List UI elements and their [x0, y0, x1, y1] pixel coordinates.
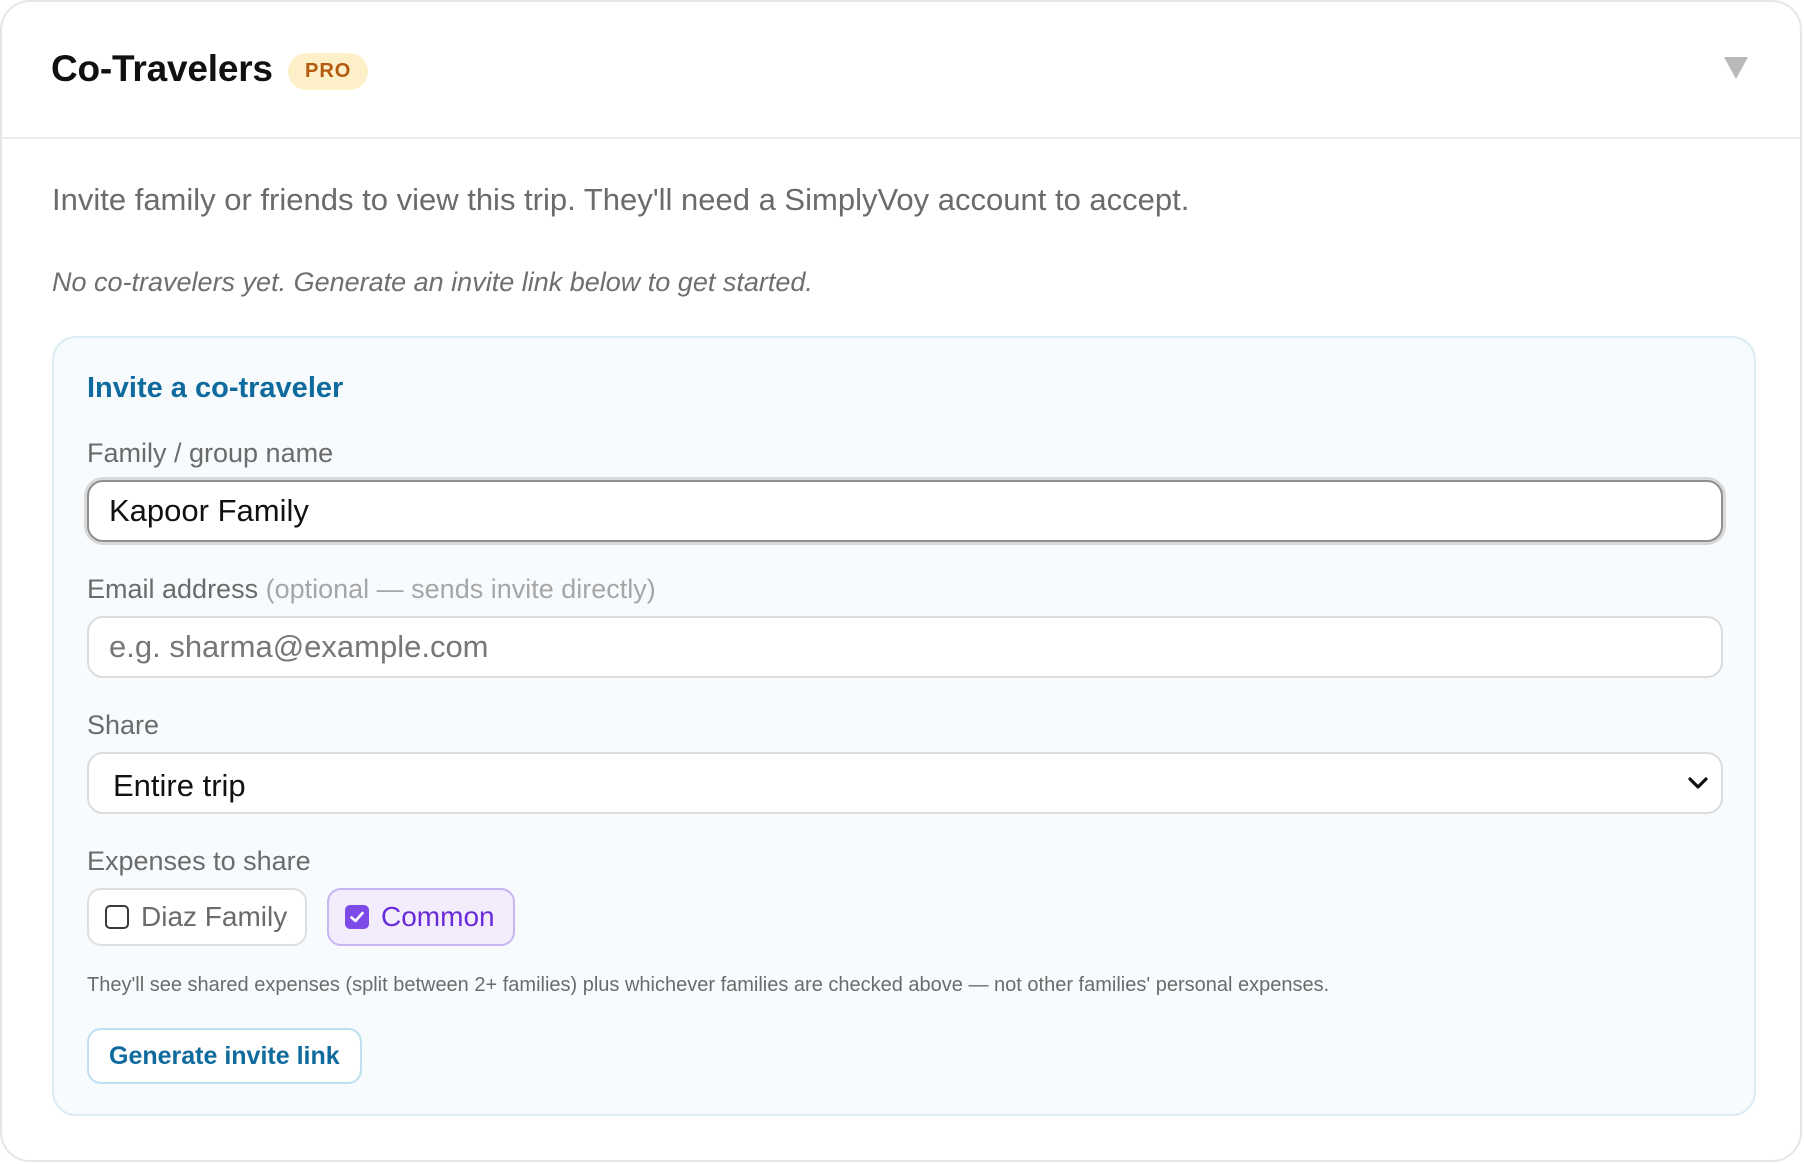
checkmark-icon — [350, 911, 364, 923]
page-title: Co-Travelers — [51, 48, 273, 89]
common-checkbox[interactable] — [345, 905, 369, 929]
expenses-label: Expenses to share — [87, 846, 311, 876]
email-label-hint: (optional — sends invite directly) — [265, 574, 656, 604]
expense-chip-diaz-family[interactable]: Diaz Family — [87, 888, 308, 946]
generate-invite-link-button[interactable]: Generate invite link — [87, 1028, 362, 1084]
email-label-text: Email address — [87, 574, 259, 604]
invite-panel-title: Invite a co-traveler — [87, 372, 344, 404]
collapse-triangle-icon[interactable] — [1724, 57, 1748, 79]
co-travelers-card: Co-Travelers PRO Invite family or friend… — [0, 0, 1802, 1162]
share-select[interactable]: Entire trip — [87, 752, 1723, 814]
expenses-helper-text: They'll see shared expenses (split betwe… — [87, 974, 1330, 996]
card-header[interactable]: Co-Travelers PRO — [2, 2, 1800, 139]
expense-chip-label: Diaz Family — [141, 901, 288, 932]
pro-badge: PRO — [288, 53, 369, 90]
diaz-family-checkbox[interactable] — [105, 905, 129, 929]
invite-panel: Invite a co-traveler Family / group name… — [52, 336, 1756, 1116]
chevron-down-icon — [1688, 777, 1708, 789]
expense-chip-common[interactable]: Common — [327, 888, 515, 946]
group-name-input[interactable] — [87, 480, 1723, 542]
email-label: Email address (optional — sends invite d… — [87, 574, 656, 605]
group-name-label: Family / group name — [87, 438, 334, 468]
share-label: Share — [87, 710, 160, 740]
email-input[interactable] — [87, 616, 1723, 678]
empty-state-note: No co-travelers yet. Generate an invite … — [52, 267, 813, 297]
share-select-value: Entire trip — [113, 768, 246, 803]
expense-chip-label: Common — [381, 901, 495, 932]
intro-text: Invite family or friends to view this tr… — [52, 182, 1190, 217]
